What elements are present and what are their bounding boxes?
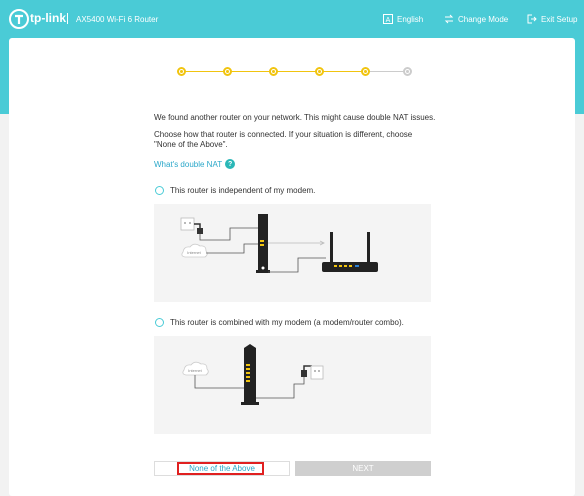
change-mode-button[interactable]: Change Mode (444, 13, 508, 25)
next-label: NEXT (352, 464, 374, 473)
option-modem-router-combo[interactable]: This router is combined with my modem (a… (155, 318, 404, 327)
radio-button[interactable] (155, 186, 164, 195)
option-label: This router is independent of my modem. (170, 186, 316, 195)
step-6-dot (403, 67, 412, 76)
brand-name: tp-link (30, 11, 66, 25)
help-link-label: What's double NAT (154, 159, 223, 169)
diagram-internet-label: Internet (188, 368, 202, 373)
swap-arrows-icon (444, 14, 454, 24)
step-2-dot (223, 67, 232, 76)
exit-setup-label: Exit Setup (541, 14, 578, 24)
step-1-dot (177, 67, 186, 76)
header-divider (67, 13, 68, 24)
next-button[interactable]: NEXT (295, 461, 431, 476)
independent-router-diagram-icon: Internet (180, 214, 378, 273)
progress-stepper (177, 67, 412, 77)
option-independent-router[interactable]: This router is independent of my modem. (155, 186, 315, 195)
language-label: English (397, 14, 424, 24)
tp-link-logo-icon (9, 9, 29, 29)
step-5-dot (361, 67, 370, 76)
step-4-dot (315, 67, 324, 76)
diagram-internet-label: Internet (187, 250, 201, 255)
language-selector[interactable]: A English (383, 13, 423, 25)
step-3-dot (269, 67, 278, 76)
model-name: AX5400 Wi-Fi 6 Router (76, 15, 159, 24)
change-mode-label: Change Mode (458, 14, 509, 24)
top-header: tp-link AX5400 Wi-Fi 6 Router A English … (0, 0, 584, 38)
double-nat-message: We found another router on your network.… (154, 113, 436, 122)
exit-icon (527, 14, 537, 24)
question-icon: ? (225, 159, 236, 169)
diagram-modem-router-combo: Internet (154, 336, 431, 434)
double-nat-help-link[interactable]: What's double NAT ? (154, 159, 236, 169)
exit-setup-button[interactable]: Exit Setup (527, 13, 577, 25)
language-icon: A (383, 14, 393, 24)
none-of-the-above-label: None of the Above (189, 464, 255, 473)
stepper-line-pending (365, 71, 407, 72)
combo-router-diagram-icon: Internet (182, 344, 324, 405)
diagram-independent-router: Internet (154, 204, 431, 302)
connection-instruction: Choose how that router is connected. If … (154, 130, 413, 149)
none-of-the-above-button[interactable]: None of the Above (154, 461, 290, 476)
radio-button[interactable] (155, 318, 164, 327)
svg-text:A: A (386, 17, 391, 24)
option-label: This router is combined with my modem (a… (170, 318, 404, 327)
